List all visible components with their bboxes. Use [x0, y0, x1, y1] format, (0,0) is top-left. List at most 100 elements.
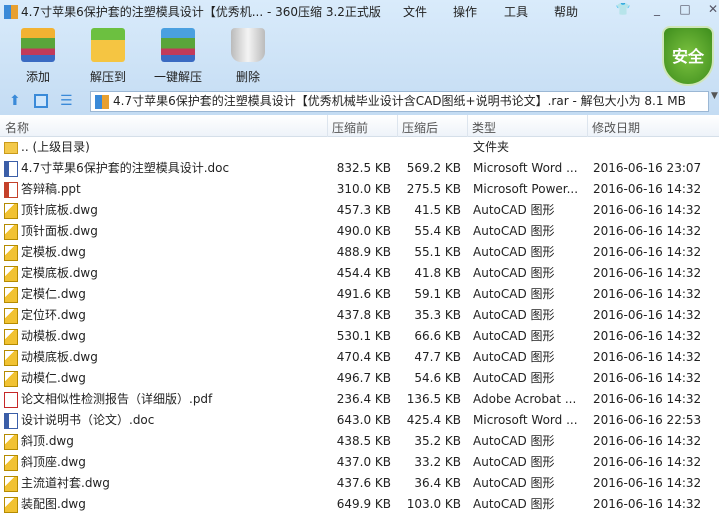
file-packed-size: 41.5 KB	[414, 203, 461, 217]
col-date[interactable]: 修改日期	[592, 119, 640, 136]
file-row[interactable]: 动模底板.dwg 470.4 KB 47.7 KB AutoCAD 图形 201…	[0, 347, 719, 368]
file-size: 457.3 KB	[336, 203, 391, 217]
dwg-file-icon	[4, 370, 18, 387]
file-name-cell: 定模底板.dwg	[4, 263, 98, 284]
trash-icon	[231, 28, 265, 62]
file-name-cell: 设计说明书（论文）.doc	[4, 410, 154, 431]
file-name-cell: .. (上级目录)	[4, 137, 90, 158]
add-archive-icon	[21, 28, 55, 62]
file-row[interactable]: .. (上级目录) 文件夹	[0, 137, 719, 158]
file-row[interactable]: 定模板.dwg 488.9 KB 55.1 KB AutoCAD 图形 2016…	[0, 242, 719, 263]
file-row[interactable]: 定模底板.dwg 454.4 KB 41.8 KB AutoCAD 图形 201…	[0, 263, 719, 284]
file-name: 答辩稿.ppt	[21, 182, 81, 196]
file-name: 装配图.dwg	[21, 497, 86, 511]
file-row[interactable]: 斜顶座.dwg 437.0 KB 33.2 KB AutoCAD 图形 2016…	[0, 452, 719, 473]
menu-operate[interactable]: 操作	[453, 3, 477, 20]
file-packed-size: 47.7 KB	[414, 350, 461, 364]
file-size: 470.4 KB	[336, 350, 391, 364]
thumbnail-view-icon[interactable]	[34, 94, 48, 108]
app-icon	[4, 4, 18, 19]
add-button[interactable]: 添加	[8, 28, 68, 85]
dwg-file-icon	[4, 265, 18, 282]
file-row[interactable]: 装配图.dwg 649.9 KB 103.0 KB AutoCAD 图形 201…	[0, 494, 719, 515]
file-name-cell: 答辩稿.ppt	[4, 179, 81, 200]
file-row[interactable]: 设计说明书（论文）.doc 643.0 KB 425.4 KB Microsof…	[0, 410, 719, 431]
address-bar[interactable]: 4.7寸苹果6保护套的注塑模具设计【优秀机械毕业设计含CAD图纸+说明书论文】.…	[90, 91, 709, 112]
delete-button[interactable]: 删除	[218, 28, 278, 85]
file-packed-size: 36.4 KB	[414, 476, 461, 490]
menu-tools[interactable]: 工具	[504, 3, 528, 20]
dwg-file-icon	[4, 349, 18, 366]
file-packed-size: 55.1 KB	[414, 245, 461, 259]
doc-file-icon	[4, 160, 18, 177]
ppt-file-icon	[4, 181, 18, 198]
extract-to-button[interactable]: 解压到	[78, 28, 138, 85]
file-packed-size: 275.5 KB	[406, 182, 461, 196]
file-name-cell: 定位环.dwg	[4, 305, 86, 326]
close-button[interactable]: ✕	[702, 2, 719, 18]
file-row[interactable]: 答辩稿.ppt 310.0 KB 275.5 KB Microsoft Powe…	[0, 179, 719, 200]
file-name: 定模仁.dwg	[21, 287, 86, 301]
file-name: 顶针面板.dwg	[21, 224, 98, 238]
file-row[interactable]: 顶针面板.dwg 490.0 KB 55.4 KB AutoCAD 图形 201…	[0, 221, 719, 242]
file-name: 4.7寸苹果6保护套的注塑模具设计.doc	[21, 161, 230, 175]
column-header: 名称 压缩前 压缩后 类型 修改日期	[0, 115, 719, 137]
up-arrow-icon[interactable]: ⬆	[9, 93, 21, 109]
file-size: 491.6 KB	[336, 287, 391, 301]
file-name-cell: 定模板.dwg	[4, 242, 86, 263]
file-type: AutoCAD 图形	[473, 371, 555, 385]
file-name-cell: 斜顶座.dwg	[4, 452, 86, 473]
file-row[interactable]: 定模仁.dwg 491.6 KB 59.1 KB AutoCAD 图形 2016…	[0, 284, 719, 305]
file-row[interactable]: 斜顶.dwg 438.5 KB 35.2 KB AutoCAD 图形 2016-…	[0, 431, 719, 452]
file-type: Microsoft Word ...	[473, 413, 578, 427]
file-row[interactable]: 动模仁.dwg 496.7 KB 54.6 KB AutoCAD 图形 2016…	[0, 368, 719, 389]
file-name: 定位环.dwg	[21, 308, 86, 322]
file-type: AutoCAD 图形	[473, 203, 555, 217]
file-row[interactable]: 定位环.dwg 437.8 KB 35.3 KB AutoCAD 图形 2016…	[0, 305, 719, 326]
skin-icon[interactable]: 👕	[612, 2, 634, 18]
file-name: 论文相似性检测报告（详细版）.pdf	[21, 392, 213, 406]
col-packed[interactable]: 压缩后	[402, 119, 438, 136]
file-date: 2016-06-16 14:32	[593, 497, 702, 511]
file-date: 2016-06-16 14:32	[593, 476, 702, 490]
file-date: 2016-06-16 14:32	[593, 224, 702, 238]
address-dropdown-icon[interactable]: ▼	[711, 91, 719, 112]
file-name: 斜顶座.dwg	[21, 455, 86, 469]
file-type: AutoCAD 图形	[473, 224, 555, 238]
file-packed-size: 35.2 KB	[414, 434, 461, 448]
file-size: 310.0 KB	[336, 182, 391, 196]
file-row[interactable]: 动模板.dwg 530.1 KB 66.6 KB AutoCAD 图形 2016…	[0, 326, 719, 347]
list-view-icon[interactable]: ☰	[60, 93, 73, 109]
file-size: 438.5 KB	[336, 434, 391, 448]
file-row[interactable]: 顶针底板.dwg 457.3 KB 41.5 KB AutoCAD 图形 201…	[0, 200, 719, 221]
menu-help[interactable]: 帮助	[554, 3, 578, 20]
file-packed-size: 55.4 KB	[414, 224, 461, 238]
file-packed-size: 41.8 KB	[414, 266, 461, 280]
file-row[interactable]: 4.7寸苹果6保护套的注塑模具设计.doc 832.5 KB 569.2 KB …	[0, 158, 719, 179]
maximize-button[interactable]: □	[674, 2, 696, 18]
file-date: 2016-06-16 14:32	[593, 266, 702, 280]
security-badge[interactable]: 安全	[662, 26, 714, 86]
file-row[interactable]: 主流道衬套.dwg 437.6 KB 36.4 KB AutoCAD 图形 20…	[0, 473, 719, 494]
minimize-button[interactable]: _	[646, 2, 668, 18]
col-size[interactable]: 压缩前	[332, 119, 368, 136]
file-name: 动模仁.dwg	[21, 371, 86, 385]
file-type: 文件夹	[473, 140, 510, 154]
file-row[interactable]: 论文相似性检测报告（详细版）.pdf 236.4 KB 136.5 KB Ado…	[0, 389, 719, 410]
window-title: 4.7寸苹果6保护套的注塑模具设计【优秀机... - 360压缩 3.2正式版	[4, 3, 381, 20]
file-date: 2016-06-16 14:32	[593, 182, 702, 196]
file-date: 2016-06-16 22:53	[593, 413, 702, 427]
file-name-cell: 斜顶.dwg	[4, 431, 74, 452]
col-name[interactable]: 名称	[5, 119, 29, 136]
file-packed-size: 54.6 KB	[414, 371, 461, 385]
address-text: 4.7寸苹果6保护套的注塑模具设计【优秀机械毕业设计含CAD图纸+说明书论文】.…	[113, 94, 686, 108]
file-size: 236.4 KB	[336, 392, 391, 406]
one-click-extract-button[interactable]: 一键解压	[148, 28, 208, 85]
file-name-cell: 定模仁.dwg	[4, 284, 86, 305]
file-name: .. (上级目录)	[21, 140, 90, 154]
file-date: 2016-06-16 14:32	[593, 371, 702, 385]
file-date: 2016-06-16 14:32	[593, 329, 702, 343]
file-name: 斜顶.dwg	[21, 434, 74, 448]
col-type[interactable]: 类型	[472, 119, 496, 136]
menu-file[interactable]: 文件	[403, 3, 427, 20]
